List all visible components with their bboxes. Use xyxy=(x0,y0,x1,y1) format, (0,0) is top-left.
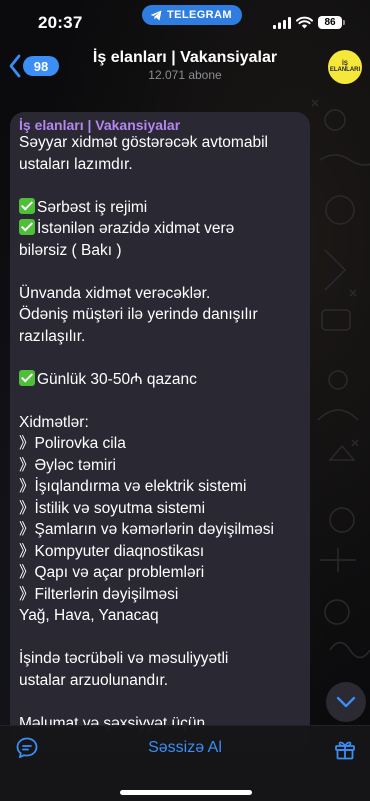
message-line-text: bilərsiz ( Bakı ) xyxy=(19,241,122,259)
chevron-down-icon xyxy=(336,696,356,708)
message-line: Yağ, Hava, Yanacaq xyxy=(19,605,307,627)
message-text: Səyyar xidmət göstərəcək avtomabil ustala… xyxy=(19,132,307,734)
telegram-return-pill[interactable]: TELEGRAM xyxy=(142,5,242,25)
message-line: 》Kompyuter diaqnostikası xyxy=(19,541,307,563)
message-line-text: 》Əyləc təmiri xyxy=(19,456,116,474)
message-line-text: 》Filterlərin dəyişilməsi xyxy=(19,585,179,603)
message-line xyxy=(19,691,307,713)
message-line-text: 》Polirovka cila xyxy=(19,435,126,452)
wifi-icon xyxy=(296,16,313,29)
message-line: 》Qapı və açar problemləri xyxy=(19,562,307,584)
channel-title[interactable]: İş elanları | Vakansiyalar xyxy=(0,49,370,67)
channel-avatar[interactable]: İŞ ELANLARI xyxy=(328,50,362,84)
message-line-text: ustalar arzuolunandır. xyxy=(19,671,169,689)
status-bar: 20:37 TELEGRAM 86 xyxy=(0,0,370,44)
message-line-text: 》Kompyuter diaqnostikası xyxy=(19,542,205,560)
message-line: 》Polirovka cila xyxy=(19,433,307,455)
message-line-text: razılaşılır. xyxy=(19,327,86,345)
message-line xyxy=(19,261,307,283)
message-line-text: 》İşıqlandırma və elektrik sistemi xyxy=(19,478,247,495)
message-line: 》Əyləc təmiri xyxy=(19,455,307,477)
message-line-text: Sərbəst iş rejimi xyxy=(37,198,148,216)
home-indicator xyxy=(120,790,252,795)
message-line-text: Səyyar xidmət göstərəcək avtomabil xyxy=(19,134,268,151)
cellular-signal-icon xyxy=(273,17,291,29)
telegram-pill-label: TELEGRAM xyxy=(167,9,232,21)
message-line: 》Filterlərin dəyişilməsi xyxy=(19,584,307,606)
status-time: 20:37 xyxy=(38,13,83,32)
message-line-text: 》İstilik və soyutma sistemi xyxy=(19,499,206,517)
message-line: 》Şamların və kəmərlərin dəyişilməsi xyxy=(19,519,307,541)
message-line xyxy=(19,390,307,412)
message-line: Günlük 30-50₼ qazanc xyxy=(19,369,307,391)
chat-header: 98 İş elanları | Vakansiyalar 12.071 abo… xyxy=(0,44,370,90)
message-line: ustalar arzuolunandır. xyxy=(19,670,307,692)
message-author[interactable]: İş elanları | Vakansiyalar xyxy=(19,117,180,133)
battery-tip xyxy=(343,20,345,25)
mute-channel-button[interactable]: Səssizə Al xyxy=(0,739,370,757)
message-line: Sərbəst iş rejimi xyxy=(19,197,307,219)
message-line: razılaşılır. xyxy=(19,326,307,348)
message-line xyxy=(19,175,307,197)
message-line-text: Ünvanda xidmət verəcəklər. xyxy=(19,284,211,302)
message-line: İstənilən ərazidə xidmət verə xyxy=(19,218,307,240)
message-line-text: 》Qapı və açar problemləri xyxy=(19,564,205,581)
channel-subscriber-count: 12.071 abone xyxy=(148,68,222,82)
message-bubble[interactable]: İş elanları | Vakansiyalar Səyyar xidmət… xyxy=(10,112,310,752)
message-line: ustaları lazımdır. xyxy=(19,154,307,176)
message-line-text: Günlük 30-50₼ qazanc xyxy=(37,370,197,388)
message-line: Xidmətlər: xyxy=(19,412,307,434)
bottom-bar: Səssizə Al xyxy=(0,725,370,801)
message-line: bilərsiz ( Bakı ) xyxy=(19,240,307,262)
message-line-text: Yağ, Hava, Yanacaq xyxy=(19,607,159,624)
message-line: İşində təcrübəli və məsuliyyətli xyxy=(19,648,307,670)
telegram-plane-icon xyxy=(150,10,162,20)
message-line: Ünvanda xidmət verəcəklər. xyxy=(19,283,307,305)
message-line: Ödəniş müştəri ilə yerində danışılır xyxy=(19,304,307,326)
message-line-text: 》Şamların və kəmərlərin dəyişilməsi xyxy=(19,521,274,538)
message-line xyxy=(19,627,307,649)
checkmark-icon xyxy=(19,197,35,214)
message-line: 》İstilik və soyutma sistemi xyxy=(19,498,307,520)
message-line-text: Xidmətlər: xyxy=(19,413,89,431)
message-line-text: İşində təcrübəli və məsuliyyətli xyxy=(19,650,229,667)
message-line-text: Ödəniş müştəri ilə yerində danışılır xyxy=(19,306,258,323)
battery-indicator: 86 xyxy=(318,16,342,29)
scroll-down-button[interactable] xyxy=(326,682,366,722)
checkmark-icon xyxy=(19,369,35,386)
checkmark-icon xyxy=(19,219,35,235)
message-line xyxy=(19,347,307,369)
gift-icon[interactable] xyxy=(333,737,357,761)
message-line-text: ustaları lazımdır. xyxy=(19,155,133,173)
message-line: 》İşıqlandırma və elektrik sistemi xyxy=(19,476,307,498)
message-line-text: İstənilən ərazidə xidmət verə xyxy=(37,220,235,237)
message-line: Səyyar xidmət göstərəcək avtomabil xyxy=(19,132,307,154)
